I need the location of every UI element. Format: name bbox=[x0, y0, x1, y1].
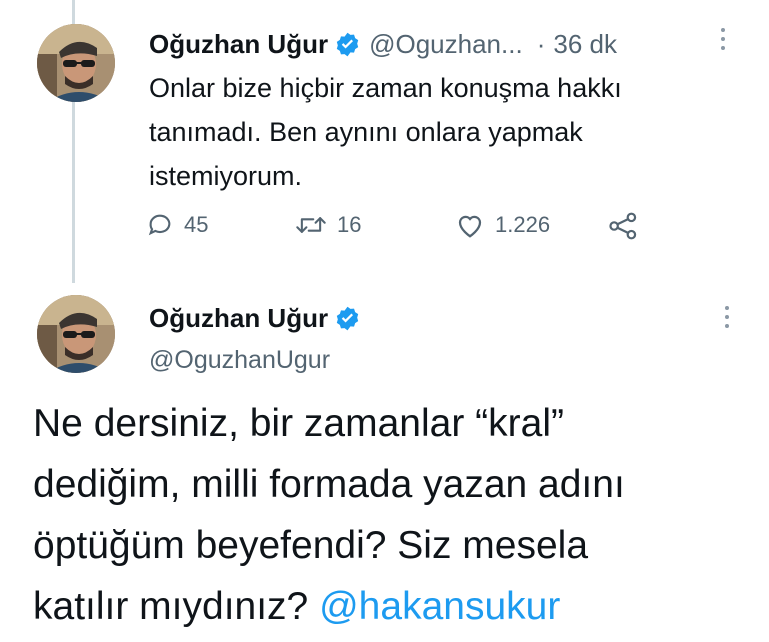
author-name[interactable]: Oğuzhan Uğur bbox=[149, 29, 328, 60]
more-options-icon[interactable] bbox=[720, 28, 726, 50]
tweet-text-line: Onlar bize hiçbir zaman konuşma hakkı bbox=[149, 73, 622, 103]
author-name[interactable]: Oğuzhan Uğur bbox=[149, 303, 328, 334]
retweet-icon bbox=[296, 217, 326, 233]
avatar[interactable] bbox=[37, 295, 115, 373]
like-button[interactable]: 1.226 bbox=[455, 211, 550, 239]
timestamp[interactable]: 36 dk bbox=[553, 29, 617, 60]
more-options-icon[interactable] bbox=[724, 306, 730, 328]
retweet-button[interactable]: 16 bbox=[295, 211, 361, 239]
tweet-header: Oğuzhan Uğur @Oguzhan... · 36 dk bbox=[149, 27, 617, 61]
tweet-text-line: istemiyorum. bbox=[149, 161, 303, 191]
verified-badge-icon bbox=[334, 31, 361, 58]
tweet-text-line: tanımadı. Ben aynını onlara yapmak bbox=[149, 117, 583, 147]
retweet-count: 16 bbox=[337, 212, 362, 237]
like-count: 1.226 bbox=[495, 212, 551, 237]
tweet-text: Ne dersiniz, bir zamanlar “kral” dediğim… bbox=[33, 393, 753, 637]
avatar[interactable] bbox=[37, 24, 115, 102]
mention-link[interactable]: @hakansukur bbox=[319, 585, 560, 628]
author-handle[interactable]: @Oguzhan... bbox=[369, 29, 523, 60]
tweet-text-segment: katılır mıydınız? bbox=[33, 585, 320, 628]
reply-icon bbox=[148, 214, 171, 236]
tweet-text-line: katılır mıydınız? @hakansukur bbox=[33, 576, 753, 637]
share-icon bbox=[609, 212, 637, 240]
author-handle[interactable]: @OguzhanUgur bbox=[149, 346, 330, 375]
reply-count: 45 bbox=[184, 212, 209, 237]
tweet-text-line: dediğim, milli formada yazan adını bbox=[33, 463, 625, 506]
tweet-text-line: Ne dersiniz, bir zamanlar “kral” bbox=[33, 402, 564, 445]
verified-badge-icon bbox=[334, 305, 361, 332]
tweet-header: Oğuzhan Uğur bbox=[149, 300, 361, 336]
heart-icon bbox=[458, 215, 482, 238]
tweet-text: Onlar bize hiçbir zaman konuşma hakkı ta… bbox=[149, 66, 709, 198]
separator-dot: · bbox=[536, 28, 546, 59]
tweet-text-line: öptüğüm beyefendi? Siz mesela bbox=[33, 524, 589, 567]
share-button[interactable] bbox=[608, 211, 650, 241]
reply-button[interactable]: 45 bbox=[146, 211, 208, 239]
tweet-actions: 45 16 1.226 bbox=[146, 211, 646, 245]
